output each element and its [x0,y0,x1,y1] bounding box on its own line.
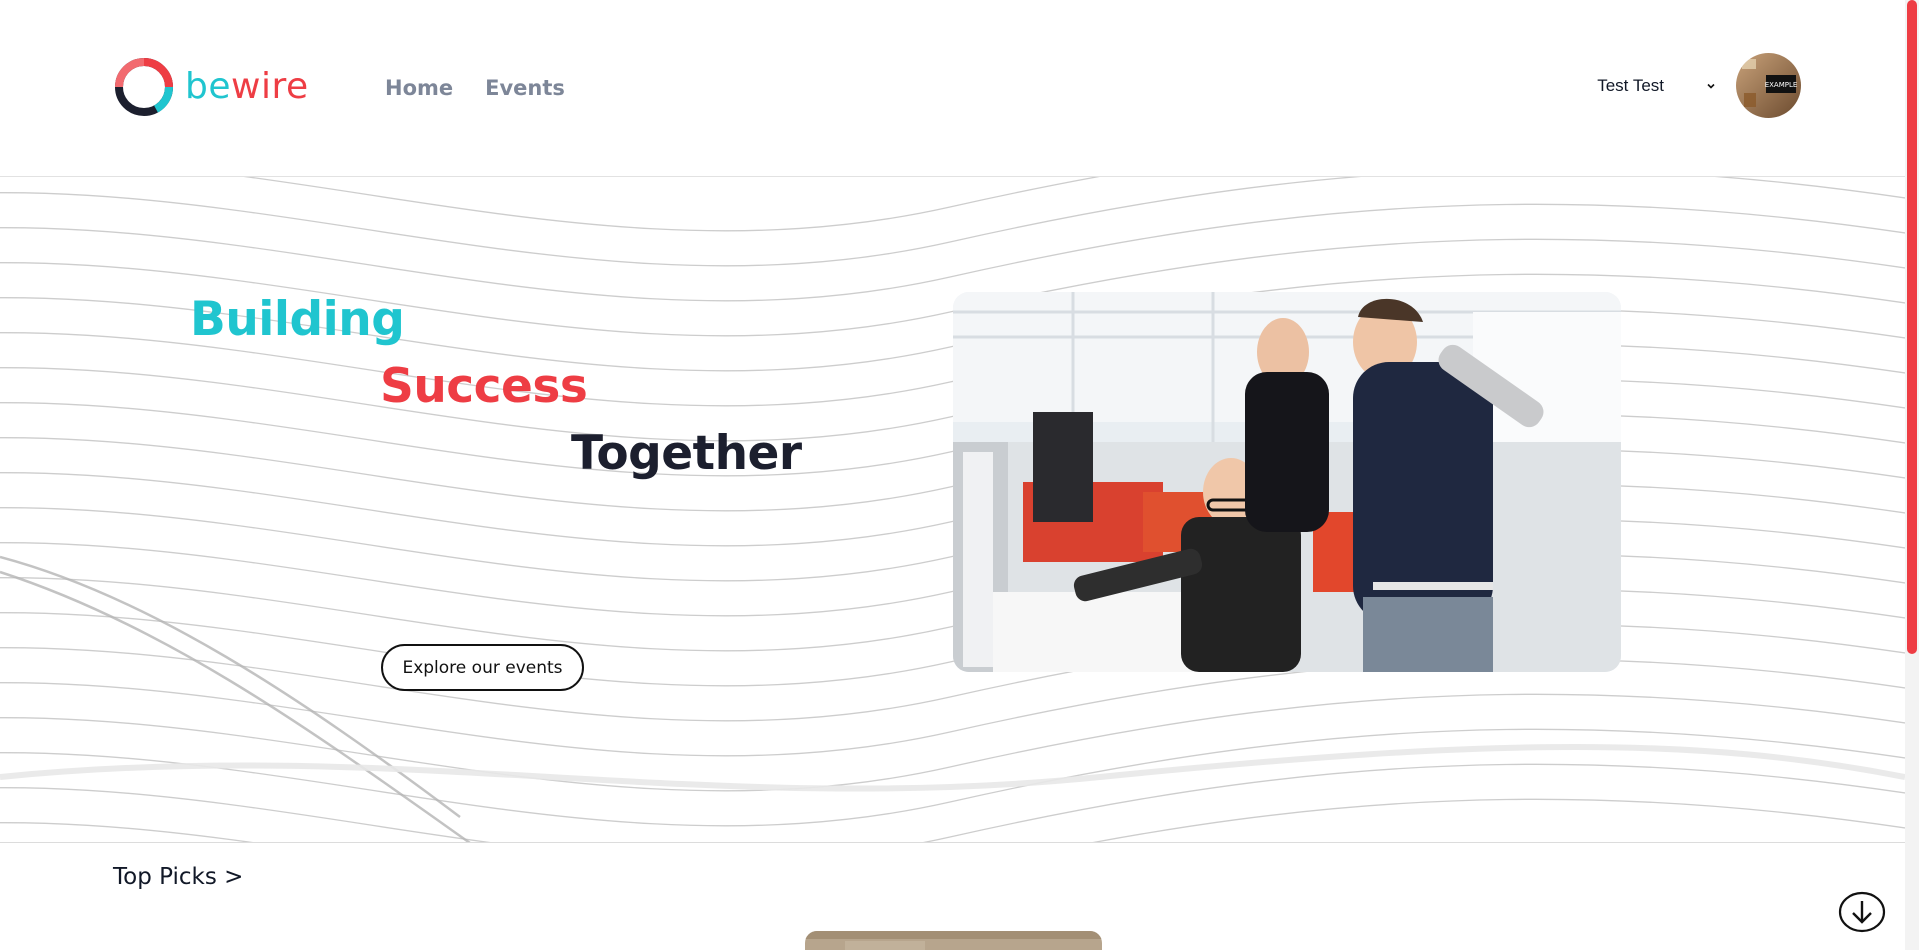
brand-wordmark: bewire [185,69,309,105]
bewire-logo[interactable]: bewire [111,54,309,120]
hero-line-building: Building [190,292,405,347]
brand-be: be [185,66,231,107]
nav-events-link[interactable]: Events [485,76,565,100]
explore-events-button[interactable]: Explore our events [381,644,584,691]
arrow-down-circle-icon[interactable] [1838,891,1886,933]
top-picks-heading[interactable]: Top Picks > [113,864,243,890]
page-scrollbar[interactable] [1905,0,1919,950]
top-pick-card[interactable] [805,931,1102,950]
hero-line-success: Success [380,359,588,414]
scrollbar-thumb[interactable] [1907,0,1917,654]
hero-team-photo [953,292,1621,672]
site-header: bewire Home Events Test Test EXAMPLE [0,0,1905,177]
main-nav: Home Events [385,76,565,100]
top-pick-card-image [805,931,1102,950]
avatar-image: EXAMPLE [1736,53,1801,118]
hero-line-together: Together [571,426,802,481]
nav-home-link[interactable]: Home [385,76,453,100]
brand-wire: wire [231,66,309,107]
avatar-sign-text: EXAMPLE [1765,81,1798,89]
chevron-down-icon[interactable] [1704,79,1718,93]
avatar[interactable]: EXAMPLE [1736,53,1801,118]
office-team-illustration [953,292,1621,672]
bewire-ring-logo-icon [115,58,174,116]
hero-section: Building Success Together Explore our ev… [0,177,1905,843]
user-name: Test Test [1597,75,1664,95]
user-menu[interactable]: Test Test EXAMPLE [1597,53,1801,118]
